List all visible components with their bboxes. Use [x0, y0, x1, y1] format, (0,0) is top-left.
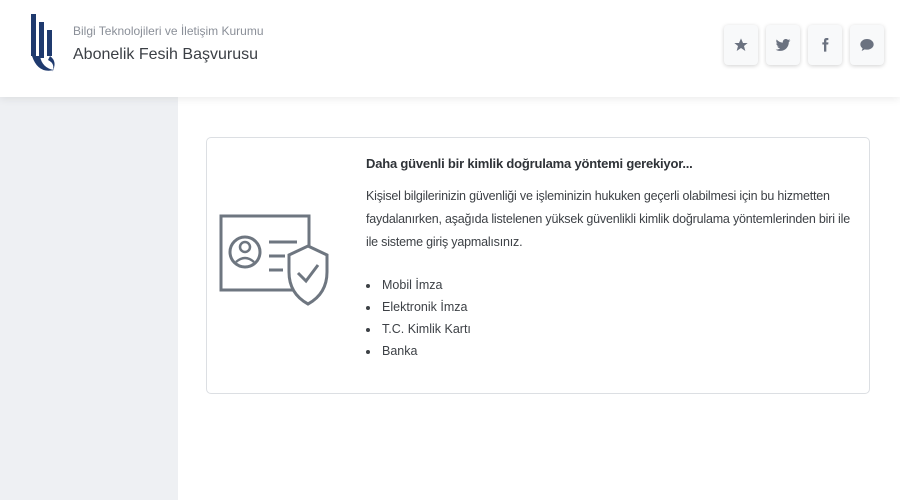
list-item: T.C. Kimlik Kartı: [380, 318, 856, 340]
notice-heading: Daha güvenli bir kimlik doğrulama yöntem…: [366, 156, 693, 171]
btk-logo[interactable]: [28, 12, 60, 76]
list-item: Mobil İmza: [380, 274, 856, 296]
star-icon: [734, 38, 748, 51]
notice-description: Kişisel bilgilerinizin güvenliği ve işle…: [366, 189, 850, 249]
header-actions: [724, 25, 884, 65]
notice-content: Daha güvenli bir kimlik doğrulama yöntem…: [366, 156, 856, 362]
auth-methods-list: Mobil İmza Elektronik İmza T.C. Kimlik K…: [366, 274, 856, 362]
organization-name: Bilgi Teknolojileri ve İletişim Kurumu: [73, 24, 264, 38]
facebook-share-button[interactable]: [808, 25, 842, 65]
sidebar: [0, 97, 178, 500]
twitter-share-button[interactable]: [766, 25, 800, 65]
page-title: Abonelik Fesih Başvurusu: [73, 46, 258, 63]
chat-icon: [860, 39, 874, 51]
twitter-icon: [775, 39, 791, 51]
page-header: Bilgi Teknolojileri ve İletişim Kurumu A…: [0, 0, 900, 97]
list-item: Banka: [380, 340, 856, 362]
id-card-shield-icon: [219, 214, 329, 306]
facebook-icon: [822, 38, 829, 52]
favorite-button[interactable]: [724, 25, 758, 65]
list-item: Elektronik İmza: [380, 296, 856, 318]
chat-button[interactable]: [850, 25, 884, 65]
auth-notice-card: Daha güvenli bir kimlik doğrulama yöntem…: [206, 137, 870, 394]
